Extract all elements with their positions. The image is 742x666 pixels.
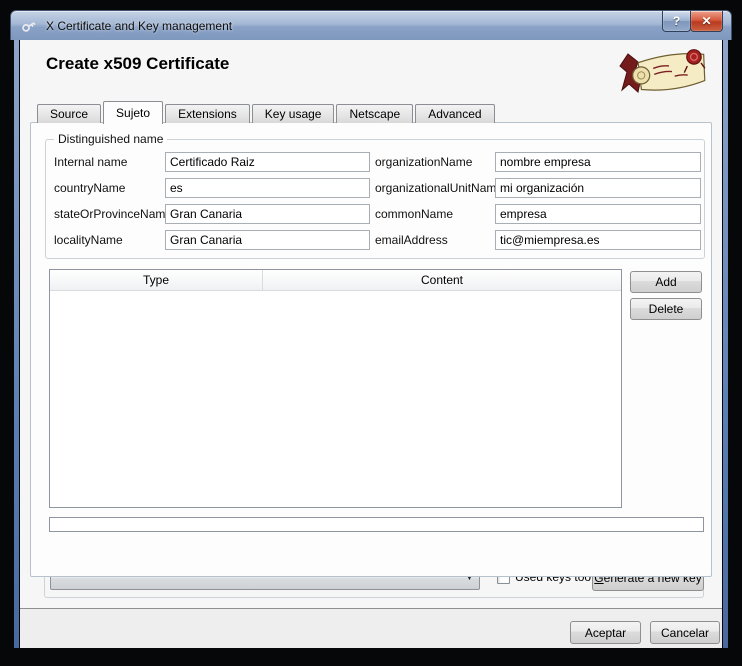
tab-netscape[interactable]: Netscape [336,104,413,123]
add-button[interactable]: Add [630,271,702,293]
window: { "window": { "title": "X Certificate an… [0,0,742,666]
tab-key-usage[interactable]: Key usage [252,104,335,123]
button-bar: Aceptar Cancelar [20,608,722,648]
cancel-button[interactable]: Cancelar [650,621,720,644]
help-button[interactable]: ? [662,11,691,32]
common-name-label: commonName [375,204,453,224]
organization-name-label: organizationName [375,152,472,172]
tab-bar: Source Sujeto Extensions Key usage Netsc… [37,100,497,123]
internal-name-label: Internal name [54,152,127,172]
organizational-unit-input[interactable] [495,178,701,198]
email-address-input[interactable] [495,230,701,250]
tab-source[interactable]: Source [37,104,101,123]
page-title: Create x509 Certificate [46,54,229,74]
tab-sujeto[interactable]: Sujeto [103,101,163,124]
state-or-province-label: stateOrProvinceName [54,204,172,224]
window-frame-left-edge [14,39,19,648]
distinguished-name-group: Distinguished name Internal name organiz… [45,139,705,259]
titlebar[interactable]: X Certificate and Key management ? ✕ [10,10,732,40]
dn-entry-input[interactable] [49,517,704,532]
xca-logo [614,46,716,100]
dn-table-body[interactable] [50,291,621,507]
accept-button[interactable]: Aceptar [570,621,641,644]
distinguished-name-group-label: Distinguished name [54,132,167,146]
tab-page-sujeto: Distinguished name Internal name organiz… [30,122,712,577]
organizational-unit-label: organizationalUnitName [375,178,503,198]
dialog-body: Create x509 Certificate Source Sujeto Ex… [20,40,722,648]
column-header-type[interactable]: Type [50,270,263,290]
dn-entries-table[interactable]: Type Content [49,269,622,508]
email-address-label: emailAddress [375,230,448,250]
locality-name-label: localityName [54,230,123,250]
tab-extensions[interactable]: Extensions [165,104,250,123]
common-name-input[interactable] [495,204,701,224]
country-name-input[interactable] [165,178,370,198]
locality-name-input[interactable] [165,230,370,250]
delete-button[interactable]: Delete [630,298,702,320]
close-button[interactable]: ✕ [690,11,723,32]
window-title: X Certificate and Key management [46,19,232,33]
dn-table-header: Type Content [50,270,621,291]
internal-name-input[interactable] [165,152,370,172]
organization-name-input[interactable] [495,152,701,172]
column-header-content[interactable]: Content [263,270,621,290]
window-frame-right-edge [723,39,728,648]
country-name-label: countryName [54,178,125,198]
state-or-province-input[interactable] [165,204,370,224]
key-icon [20,18,38,34]
tab-advanced[interactable]: Advanced [415,104,494,123]
